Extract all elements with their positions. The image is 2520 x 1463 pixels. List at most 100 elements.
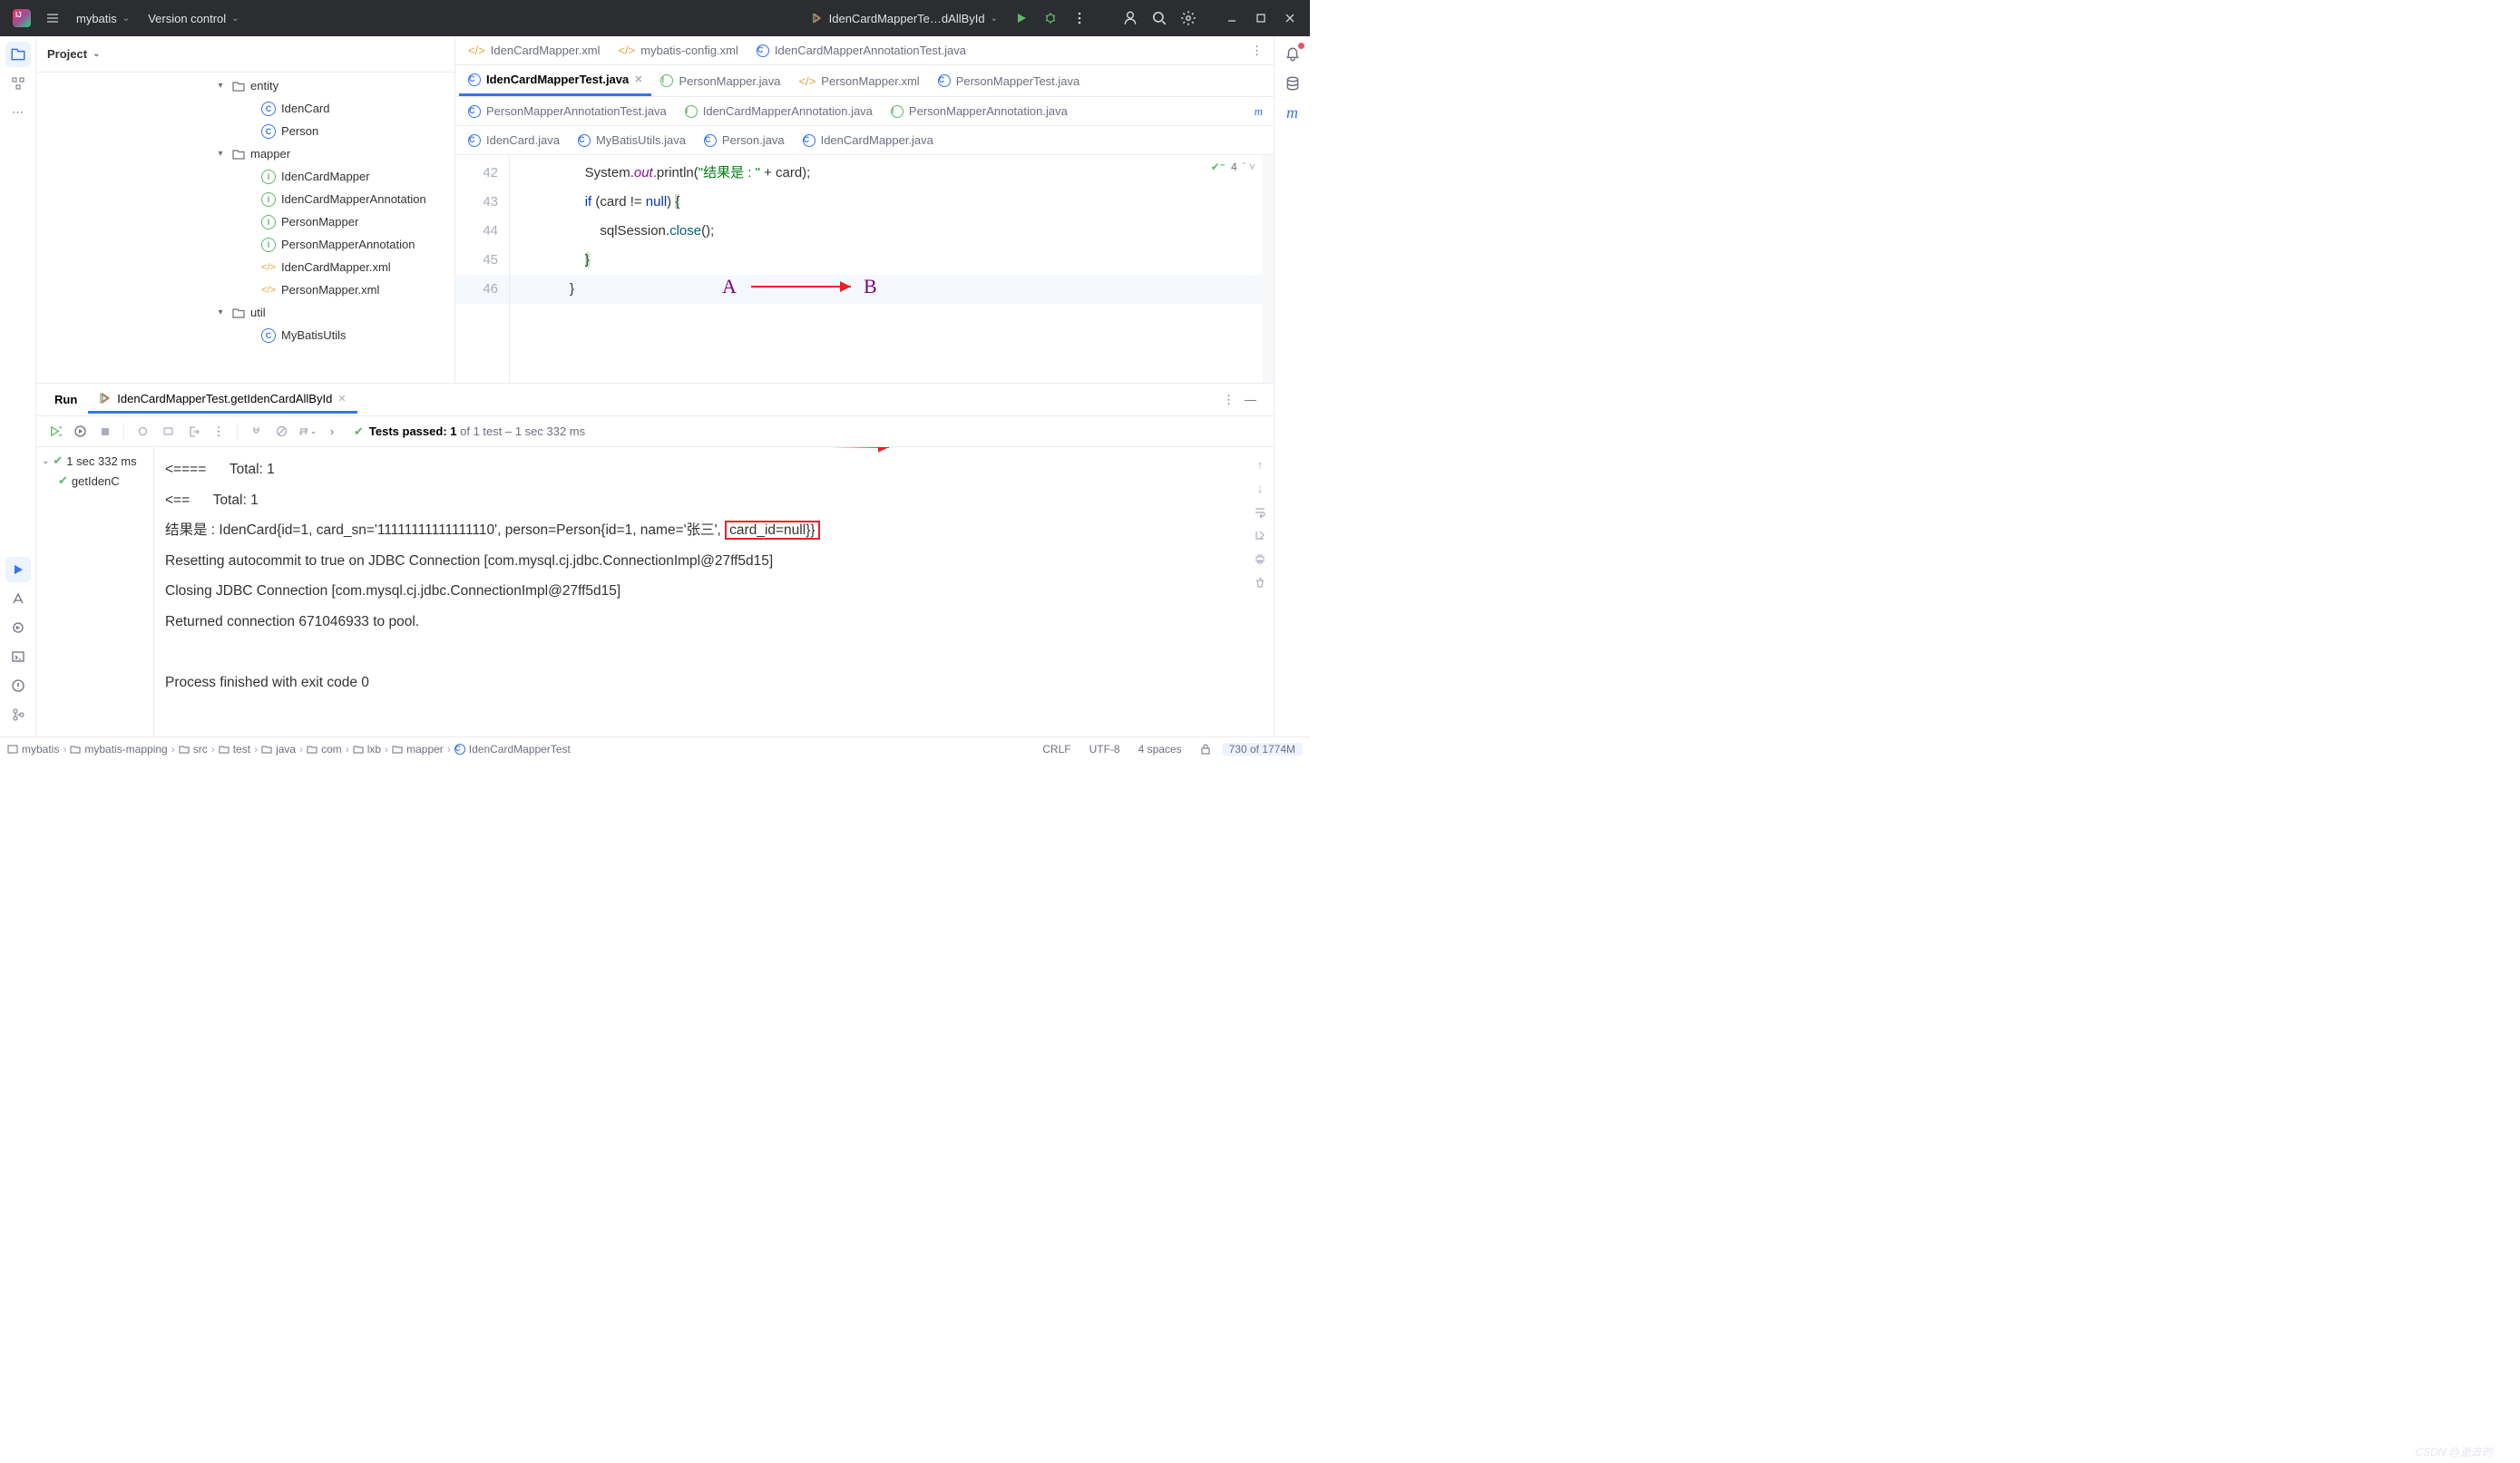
run-tool-icon[interactable] <box>5 557 31 582</box>
scroll-up-icon[interactable]: ↑ <box>1250 454 1270 474</box>
watermark: CSDN @逝去的 <box>2415 1444 2493 1459</box>
project-tree[interactable]: ▾entity CIdenCard CPerson ▾mapper IIdenC… <box>36 73 454 383</box>
trash-icon[interactable] <box>1250 572 1270 592</box>
maximize-icon[interactable] <box>1248 5 1274 31</box>
close-tab-icon[interactable]: ✕ <box>337 393 346 405</box>
user-icon[interactable] <box>1118 5 1143 31</box>
editor-tab[interactable]: CIdenCardMapperAnnotationTest.java <box>747 36 975 64</box>
expand-icon[interactable]: › <box>321 421 343 443</box>
status-lf[interactable]: CRLF <box>1035 743 1078 756</box>
more-icon[interactable] <box>1067 5 1092 31</box>
test-item[interactable]: ✔getIdenC <box>36 471 153 491</box>
notifications-icon[interactable] <box>1280 42 1305 67</box>
tree-item[interactable]: </>IdenCardMapper.xml <box>36 256 454 278</box>
run-config-icon <box>811 12 824 24</box>
git-tool-icon[interactable] <box>5 702 31 727</box>
scroll-end-icon[interactable] <box>1250 525 1270 545</box>
project-panel-header[interactable]: Project⌄ <box>36 36 454 73</box>
editor-tab[interactable]: CPersonMapperAnnotationTest.java <box>459 97 676 125</box>
terminal-tool-icon[interactable] <box>5 644 31 669</box>
tabs-more-icon[interactable]: ⋮ <box>1244 44 1270 58</box>
console-output[interactable]: <==== Total: 1 <== Total: 1 结果是 : IdenCa… <box>154 447 1246 736</box>
code-editor[interactable]: 4243444546 System.out.println("结果是 : " +… <box>455 155 1274 383</box>
tree-item[interactable]: IIdenCardMapperAnnotation <box>36 188 454 210</box>
tree-item[interactable]: CIdenCard <box>36 97 454 120</box>
stop-icon[interactable] <box>94 421 116 443</box>
editor-tab[interactable]: CPersonMapperTest.java <box>929 67 1089 95</box>
debug-icon[interactable] <box>1038 5 1063 31</box>
minimap[interactable] <box>1263 155 1274 383</box>
scroll-down-icon[interactable]: ↓ <box>1250 478 1270 498</box>
settings-icon[interactable] <box>1176 5 1201 31</box>
editor-tab[interactable]: CIdenCardMapperTest.java✕ <box>459 65 651 96</box>
run-config-dropdown[interactable]: IdenCardMapperTe…dAllById⌄ <box>804 8 1005 29</box>
rerun-failed-icon[interactable] <box>69 421 91 443</box>
status-encoding[interactable]: UTF-8 <box>1082 743 1128 756</box>
editor-tab[interactable]: CMyBatisUtils.java <box>569 126 695 154</box>
close-tab-icon[interactable]: ✕ <box>634 73 642 85</box>
dump-icon[interactable] <box>157 421 179 443</box>
run-more-icon[interactable]: ⋮ <box>1223 393 1245 407</box>
problems-tool-icon[interactable] <box>5 673 31 698</box>
run-config-tab[interactable]: IdenCardMapperTest.getIdenCardAllById✕ <box>88 386 357 414</box>
more-tools-icon[interactable]: ⋯ <box>5 100 31 125</box>
breadcrumbs[interactable]: mybatis ›mybatis-mapping ›src ›test ›jav… <box>7 743 571 756</box>
status-indent[interactable]: 4 spaces <box>1131 743 1189 756</box>
tree-item[interactable]: IPersonMapperAnnotation <box>36 233 454 256</box>
minimize-icon[interactable] <box>1219 5 1245 31</box>
print-icon[interactable] <box>1250 549 1270 569</box>
status-memory[interactable]: 730 of 1774M <box>1222 743 1303 756</box>
vcs-dropdown[interactable]: Version control⌄ <box>141 8 246 29</box>
sort-icon[interactable]: ⌄ <box>296 421 317 443</box>
build-tool-icon[interactable] <box>5 586 31 611</box>
tree-item[interactable]: IIdenCardMapper <box>36 165 454 188</box>
editor-tab[interactable]: IIdenCardMapperAnnotation.java <box>676 97 882 125</box>
rerun-icon[interactable] <box>44 421 65 443</box>
hamburger-icon[interactable] <box>40 5 65 31</box>
test-root[interactable]: ⌄✔1 sec 332 ms <box>36 451 153 471</box>
code-content[interactable]: System.out.println("结果是 : " + card); if … <box>510 155 1274 383</box>
database-tool-icon[interactable] <box>1280 71 1305 96</box>
editor-tab[interactable]: CIdenCard.java <box>459 126 569 154</box>
project-tool-icon[interactable] <box>5 42 31 67</box>
close-icon[interactable] <box>1277 5 1303 31</box>
editor-tab[interactable]: CIdenCardMapper.java <box>794 126 943 154</box>
maven-tool-icon[interactable]: m <box>1280 100 1305 125</box>
soft-wrap-icon[interactable] <box>1250 502 1270 522</box>
status-bar: mybatis ›mybatis-mapping ›src ›test ›jav… <box>0 736 1310 760</box>
test-tree[interactable]: ⌄✔1 sec 332 ms ✔getIdenC <box>36 447 154 736</box>
inspection-widget[interactable]: ✔⁼4 ˆ ˅ <box>1211 161 1255 173</box>
search-icon[interactable] <box>1147 5 1172 31</box>
tree-item[interactable]: ▾entity <box>36 74 454 97</box>
exit-icon[interactable] <box>182 421 204 443</box>
editor-tab[interactable]: IPersonMapper.java <box>651 67 789 95</box>
project-dropdown[interactable]: mybatis⌄ <box>69 8 137 29</box>
main-area: ⋯ Project⌄ ▾entity CIdenCard CPerson ▾ma… <box>0 36 1310 736</box>
tree-item[interactable]: ▾mapper <box>36 142 454 165</box>
tree-item[interactable]: CMyBatisUtils <box>36 324 454 346</box>
editor-tab[interactable]: CPerson.java <box>695 126 794 154</box>
run-icon[interactable] <box>1009 5 1034 31</box>
editor-tab[interactable]: </>IdenCardMapper.xml <box>459 36 609 64</box>
run-more-actions-icon[interactable]: ⋮ <box>208 421 230 443</box>
tree-item[interactable]: IPersonMapper <box>36 210 454 233</box>
debug-attach-icon[interactable] <box>132 421 153 443</box>
line-gutter: 4243444546 <box>455 155 510 383</box>
editor-tab[interactable]: IPersonMapperAnnotation.java <box>882 97 1077 125</box>
run-toolbar: ⋮ ⌄ › ✔Tests passed: 1 of 1 test – 1 sec… <box>36 416 1274 447</box>
status-readonly-icon[interactable] <box>1193 744 1218 755</box>
annotation-arrows-overlay <box>726 447 925 467</box>
filter-icon[interactable] <box>270 421 292 443</box>
titlebar: mybatis⌄ Version control⌄ IdenCardMapper… <box>0 0 1310 36</box>
services-tool-icon[interactable] <box>5 615 31 640</box>
test-mode-icon[interactable] <box>245 421 267 443</box>
tree-item[interactable]: </>PersonMapper.xml <box>36 278 454 301</box>
editor-tab[interactable]: </>mybatis-config.xml <box>609 36 747 64</box>
tree-item[interactable]: ▾util <box>36 301 454 324</box>
run-minimize-icon[interactable]: — <box>1245 393 1266 406</box>
structure-tool-icon[interactable] <box>5 71 31 96</box>
editor-tab[interactable]: </>PersonMapper.xml <box>790 67 929 95</box>
maven-tab-icon[interactable]: m <box>1247 104 1270 119</box>
tree-item[interactable]: CPerson <box>36 120 454 142</box>
run-tab[interactable]: Run <box>44 387 88 412</box>
